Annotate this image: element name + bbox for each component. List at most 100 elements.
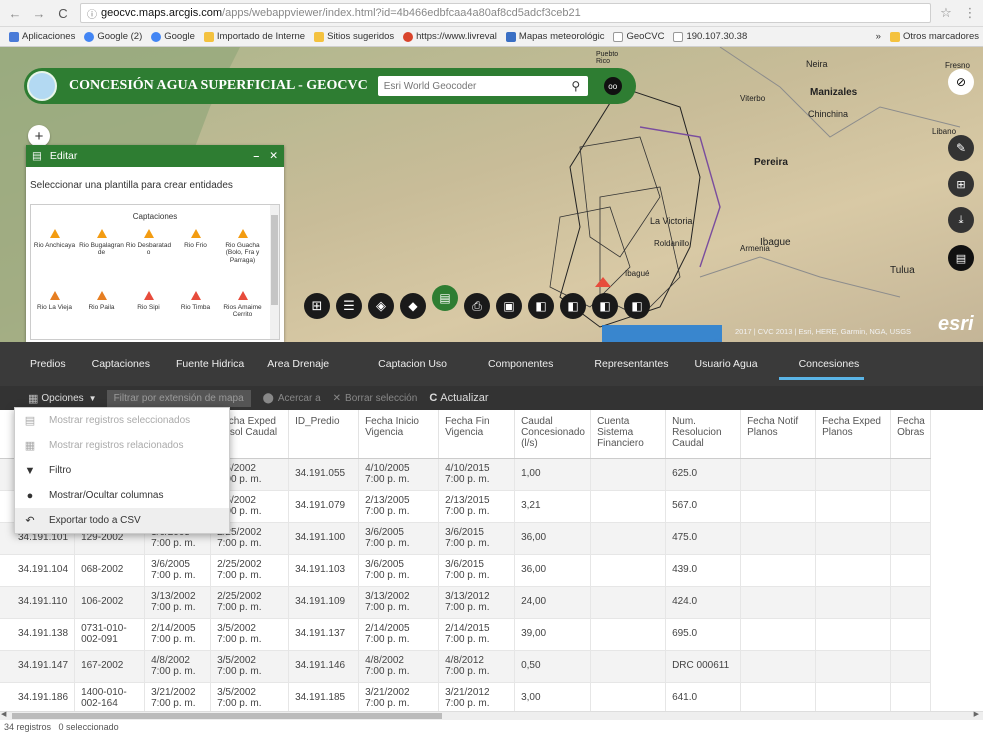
table-cell: 3,21 bbox=[514, 490, 592, 523]
template-item[interactable]: Rio Paila bbox=[78, 291, 125, 339]
print-icon[interactable]: ⎙ bbox=[464, 293, 490, 319]
menu-icon[interactable]: ⋮ bbox=[961, 4, 979, 22]
bookmark-suggested[interactable]: Sitios sugeridos bbox=[314, 31, 394, 42]
overview-icon[interactable]: oo bbox=[603, 77, 622, 95]
zoom-in-button[interactable]: + bbox=[28, 125, 50, 147]
refresh-label: Actualizar bbox=[440, 392, 489, 404]
table-row[interactable]: 34.191.138 0731-010- 002-091 2/14/2005 7:0… bbox=[0, 618, 932, 651]
template-item[interactable]: Rio Anchicaya bbox=[31, 229, 78, 291]
bookmark-other[interactable]: Otros marcadores bbox=[889, 31, 979, 42]
column-header[interactable]: Fecha Fin Vigencia bbox=[438, 410, 516, 459]
edit-panel: ▤ Editar – ✕ Seleccionar una plantilla p… bbox=[26, 145, 284, 342]
table-row[interactable]: 34.191.110 106-2002 3/13/2002 7:00 p. m. 2/… bbox=[0, 586, 932, 619]
tab-predios[interactable]: Predios bbox=[0, 342, 79, 386]
report-icon-3[interactable]: ◧ bbox=[592, 293, 618, 319]
scrollbar-thumb[interactable] bbox=[12, 713, 442, 719]
column-header[interactable]: Fecha Exped Planos bbox=[815, 410, 892, 459]
menu-item-filtro[interactable]: ▼ Filtro bbox=[15, 458, 229, 483]
zoom-to-button[interactable]: ⬤ Acercar a bbox=[263, 393, 321, 404]
measure-tool-button[interactable]: ⤓ bbox=[948, 207, 974, 233]
report-icon-4[interactable]: ◧ bbox=[624, 293, 650, 319]
column-header[interactable]: Cuenta Sistema Financiero bbox=[590, 410, 667, 459]
forward-icon[interactable]: → bbox=[30, 4, 48, 22]
refresh-button[interactable]: C Actualizar bbox=[429, 392, 488, 404]
bookmark-google[interactable]: Google bbox=[151, 31, 195, 42]
template-item[interactable]: Rio Bugalagran de bbox=[78, 229, 125, 291]
column-header[interactable]: Caudal Concesionado (l/s) bbox=[514, 410, 592, 459]
table-cell: 2/14/2005 7:00 p. m. bbox=[358, 618, 440, 651]
grid-icon[interactable]: ⊞ bbox=[304, 293, 330, 319]
template-item[interactable]: Rio La Vieja bbox=[31, 291, 78, 339]
layers-icon[interactable]: ◈ bbox=[368, 293, 394, 319]
template-scrollbar[interactable] bbox=[270, 205, 279, 339]
bookmark-geocvc[interactable]: GeoCVC bbox=[613, 31, 664, 42]
back-icon[interactable]: ← bbox=[6, 4, 24, 22]
triangle-icon bbox=[49, 291, 60, 300]
template-item[interactable]: Rio Sipi bbox=[125, 291, 172, 339]
search-box[interactable]: ⚲ bbox=[377, 76, 588, 96]
tab-concesiones[interactable]: Concesiones bbox=[771, 342, 873, 386]
hide-layers-button[interactable]: ⊘ bbox=[948, 69, 974, 95]
bookmark-mapas[interactable]: Mapas meteorológic bbox=[505, 31, 604, 42]
table-cell: 39,00 bbox=[514, 618, 592, 651]
filter-extent-button[interactable]: Filtrar por extensión de mapa bbox=[106, 389, 251, 407]
address-bar[interactable]: ⓘ geocvc.maps.arcgis.com /apps/webappvie… bbox=[80, 3, 931, 23]
reload-icon[interactable]: C bbox=[54, 4, 72, 22]
bookmark-livreval[interactable]: https://www.livreval bbox=[403, 31, 497, 42]
column-header[interactable]: Num. Resolucion Caudal bbox=[665, 410, 742, 459]
template-label: Rio Sipi bbox=[137, 304, 160, 311]
bookmark-apps[interactable]: Aplicaciones bbox=[9, 31, 75, 42]
tab-captaciones[interactable]: Captaciones bbox=[79, 342, 163, 386]
table-row[interactable]: 34.191.104 068-2002 3/6/2005 7:00 p. m. 2/2… bbox=[0, 554, 932, 587]
search-icon[interactable]: ⚲ bbox=[564, 79, 588, 93]
menu-item-mostrar-registros-relacionados[interactable]: ▦ Mostrar registros relacionados bbox=[15, 433, 229, 458]
menu-item-mostrar-registros-seleccionados[interactable]: ▤ Mostrar registros seleccionados bbox=[15, 408, 229, 433]
tab-usuario-agua[interactable]: Usuario Agua bbox=[682, 342, 771, 386]
tab-representantes[interactable]: Representantes bbox=[566, 342, 681, 386]
menu-item-exportar-todo-a-csv[interactable]: ↶ Exportar todo a CSV bbox=[15, 508, 229, 533]
column-header[interactable]: Fecha Notif Planos bbox=[740, 410, 817, 459]
template-item[interactable]: Rios Amaime Cerrito bbox=[219, 291, 266, 339]
list-icon[interactable]: ☰ bbox=[336, 293, 362, 319]
table-cell: 34.191.110 bbox=[0, 586, 76, 619]
table-tool-button[interactable]: ▤ bbox=[948, 245, 974, 271]
search-input[interactable] bbox=[377, 80, 564, 92]
basemap-icon[interactable]: ◆ bbox=[400, 293, 426, 319]
bookmark-more[interactable]: » bbox=[876, 31, 881, 42]
edit-widget-icon[interactable]: ▤ bbox=[432, 285, 458, 311]
minimize-icon[interactable]: – bbox=[253, 150, 259, 162]
tab-componentes[interactable]: Componentes bbox=[460, 342, 566, 386]
close-icon[interactable]: ✕ bbox=[269, 150, 278, 162]
table-row[interactable]: 34.191.147 167-2002 4/8/2002 7:00 p. m. 3/5… bbox=[0, 650, 932, 683]
template-item[interactable]: Rio Guacha (Bolo, Fra y Parraga) bbox=[219, 229, 266, 291]
bookmark-widget-icon[interactable]: ▣ bbox=[496, 293, 522, 319]
map-attribution: 2017 | CVC 2013 | Esri, HERE, Garmin, NG… bbox=[735, 327, 912, 336]
bookmark-google-2[interactable]: Google (2) bbox=[84, 31, 142, 42]
column-header[interactable]: ID_Predio bbox=[288, 410, 360, 459]
report-icon-1[interactable]: ◧ bbox=[528, 293, 554, 319]
template-scrollbar-thumb[interactable] bbox=[271, 215, 278, 305]
clear-selection-button[interactable]: ✕ Borrar selección bbox=[333, 393, 418, 404]
menu-item-mostrar-ocultar-columnas[interactable]: ● Mostrar/Ocultar columnas bbox=[15, 483, 229, 508]
table-row[interactable]: 34.191.186 1400-010- 002-164 3/21/2002 7:0… bbox=[0, 682, 932, 711]
horizontal-scrollbar[interactable]: ◀ ▶ bbox=[0, 711, 983, 720]
map-view[interactable]: CONCESIÓN AGUA SUPERFICIAL - GEOCVC ⚲ oo… bbox=[0, 47, 983, 342]
column-header[interactable]: Fecha Obras bbox=[890, 410, 932, 459]
template-item[interactable]: Rio Frio bbox=[172, 229, 219, 291]
options-button[interactable]: ▦ Opciones ▼ bbox=[28, 392, 97, 405]
report-icon-2[interactable]: ◧ bbox=[560, 293, 586, 319]
tab-fuente-hidrica[interactable]: Fuente Hidrica bbox=[163, 342, 257, 386]
scroll-left-icon[interactable]: ◀ bbox=[1, 710, 6, 718]
tab-captacion-uso[interactable]: Captacion Uso bbox=[342, 342, 460, 386]
template-item[interactable]: Rio Desbaratad o bbox=[125, 229, 172, 291]
tab-area-drenaje[interactable]: Area Drenaje bbox=[257, 342, 342, 386]
star-icon[interactable]: ☆ bbox=[937, 4, 955, 22]
table-icon: ▦ bbox=[24, 440, 36, 452]
bookmark-ip[interactable]: 190.107.30.38 bbox=[673, 31, 747, 42]
extent-tool-button[interactable]: ⊞ bbox=[948, 171, 974, 197]
template-item[interactable]: Rio Timba bbox=[172, 291, 219, 339]
column-header[interactable]: Fecha Inicio Vigencia bbox=[358, 410, 440, 459]
bookmark-imported[interactable]: Importado de Interne bbox=[203, 31, 305, 42]
draw-tool-button[interactable]: ✎ bbox=[948, 135, 974, 161]
scroll-right-icon[interactable]: ▶ bbox=[974, 710, 979, 718]
